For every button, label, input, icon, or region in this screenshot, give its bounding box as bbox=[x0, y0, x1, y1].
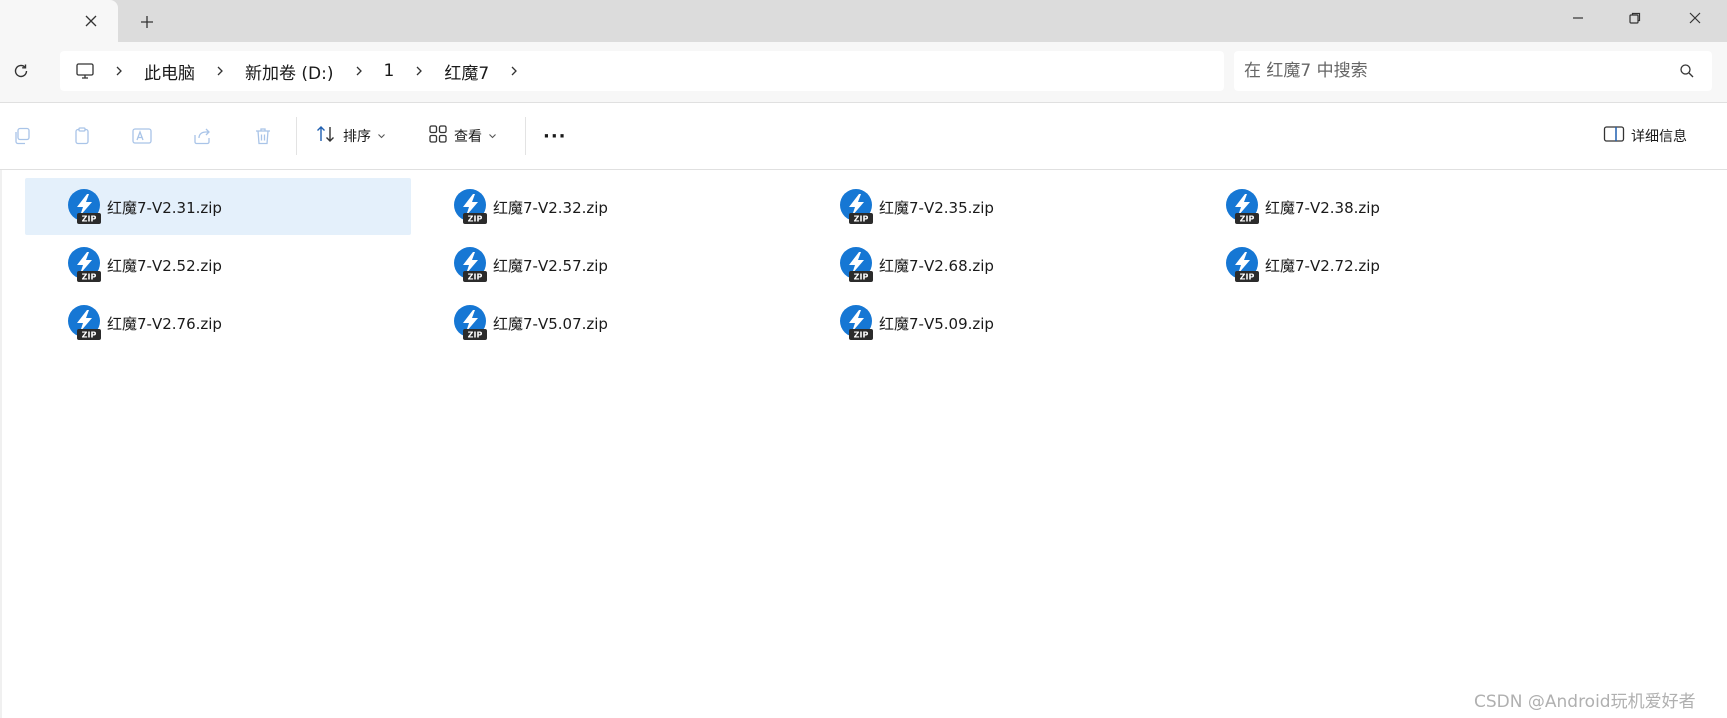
command-bar: 排序 查看 ··· 详细信息 bbox=[0, 103, 1727, 169]
file-name: 红魔7-V2.68.zip bbox=[879, 257, 994, 275]
file-name: 红魔7-V2.57.zip bbox=[493, 257, 608, 275]
breadcrumb-item-folder-1[interactable]: 1 bbox=[374, 61, 405, 81]
zip-archive-icon: ZIP bbox=[453, 189, 489, 225]
command-separator bbox=[296, 117, 297, 155]
zip-archive-icon: ZIP bbox=[839, 247, 875, 283]
minimize-icon[interactable] bbox=[1550, 0, 1606, 36]
breadcrumb-item-current-folder[interactable]: 红魔7 bbox=[434, 59, 499, 84]
svg-text:ZIP: ZIP bbox=[1240, 215, 1255, 224]
file-item[interactable]: ZIP 红魔7-V2.68.zip bbox=[797, 236, 1183, 293]
watermark: CSDN @Android玩机爱好者 bbox=[1474, 692, 1696, 712]
file-item[interactable]: ZIP 红魔7-V2.52.zip bbox=[25, 236, 411, 293]
sort-icon bbox=[315, 124, 337, 148]
sort-label: 排序 bbox=[343, 129, 371, 145]
file-name: 红魔7-V2.32.zip bbox=[493, 199, 608, 217]
view-label: 查看 bbox=[454, 129, 482, 145]
file-name: 红魔7-V5.07.zip bbox=[493, 315, 608, 333]
file-name: 红魔7-V2.52.zip bbox=[107, 257, 222, 275]
file-item[interactable]: ZIP 红魔7-V2.72.zip bbox=[1183, 236, 1569, 293]
search-box bbox=[1234, 51, 1712, 91]
zip-archive-icon: ZIP bbox=[453, 247, 489, 283]
svg-text:ZIP: ZIP bbox=[82, 331, 97, 340]
file-name: 红魔7-V2.38.zip bbox=[1265, 199, 1380, 217]
search-icon[interactable] bbox=[1678, 62, 1696, 80]
share-icon[interactable] bbox=[190, 124, 214, 148]
svg-text:ZIP: ZIP bbox=[82, 215, 97, 224]
refresh-icon[interactable] bbox=[8, 58, 34, 84]
chevron-down-icon bbox=[488, 128, 497, 144]
title-bar bbox=[0, 0, 1727, 42]
file-item[interactable]: ZIP 红魔7-V2.35.zip bbox=[797, 178, 1183, 235]
file-item[interactable]: ZIP 红魔7-V2.31.zip bbox=[25, 178, 411, 235]
svg-text:ZIP: ZIP bbox=[854, 273, 869, 282]
more-options-icon: ··· bbox=[543, 125, 567, 147]
breadcrumb[interactable]: 此电脑 新加卷 (D:) 1 红魔7 bbox=[60, 51, 1224, 91]
details-pane-icon bbox=[1603, 125, 1625, 147]
zip-archive-icon: ZIP bbox=[67, 305, 103, 341]
chevron-right-icon[interactable] bbox=[104, 65, 134, 77]
search-input[interactable] bbox=[1244, 51, 1664, 91]
delete-icon[interactable] bbox=[251, 124, 275, 148]
breadcrumb-item-drive-d[interactable]: 新加卷 (D:) bbox=[235, 59, 344, 84]
svg-text:ZIP: ZIP bbox=[468, 331, 483, 340]
new-tab-icon[interactable] bbox=[136, 11, 158, 33]
paste-icon[interactable] bbox=[70, 124, 94, 148]
file-explorer-window: 此电脑 新加卷 (D:) 1 红魔7 在 红魔7 中搜索 排序 查看 ··· 详… bbox=[0, 0, 1727, 718]
zip-archive-icon: ZIP bbox=[67, 247, 103, 283]
address-bar: 此电脑 新加卷 (D:) 1 红魔7 bbox=[0, 42, 1727, 102]
svg-text:ZIP: ZIP bbox=[468, 273, 483, 282]
restore-icon[interactable] bbox=[1607, 0, 1663, 36]
chevron-right-icon[interactable] bbox=[205, 65, 235, 77]
content-left-edge bbox=[0, 170, 2, 718]
zip-archive-icon: ZIP bbox=[1225, 189, 1261, 225]
details-pane-button[interactable]: 详细信息 bbox=[1603, 120, 1687, 152]
file-name: 红魔7-V2.72.zip bbox=[1265, 257, 1380, 275]
svg-text:ZIP: ZIP bbox=[854, 215, 869, 224]
svg-text:ZIP: ZIP bbox=[468, 215, 483, 224]
file-name: 红魔7-V2.76.zip bbox=[107, 315, 222, 333]
zip-archive-icon: ZIP bbox=[67, 189, 103, 225]
svg-text:ZIP: ZIP bbox=[1240, 273, 1255, 282]
tab-close-icon[interactable] bbox=[80, 10, 102, 32]
file-item[interactable]: ZIP 红魔7-V5.07.zip bbox=[411, 294, 797, 351]
more-options-button[interactable]: ··· bbox=[543, 120, 567, 152]
sort-button[interactable]: 排序 bbox=[315, 120, 386, 152]
zip-archive-icon: ZIP bbox=[453, 305, 489, 341]
svg-text:ZIP: ZIP bbox=[82, 273, 97, 282]
file-name: 红魔7-V2.31.zip bbox=[107, 199, 222, 217]
view-button[interactable]: 查看 bbox=[428, 120, 497, 152]
zip-archive-icon: ZIP bbox=[839, 189, 875, 225]
file-list: ZIP 红魔7-V2.31.zip ZIP 红魔7-V2.32.zip ZIP 红魔7-V… bbox=[0, 170, 1727, 718]
chevron-right-icon[interactable] bbox=[499, 65, 529, 77]
rename-icon[interactable] bbox=[130, 124, 154, 148]
file-item[interactable]: ZIP 红魔7-V2.32.zip bbox=[411, 178, 797, 235]
file-item[interactable]: ZIP 红魔7-V5.09.zip bbox=[797, 294, 1183, 351]
zip-archive-icon: ZIP bbox=[1225, 247, 1261, 283]
file-item[interactable]: ZIP 红魔7-V2.57.zip bbox=[411, 236, 797, 293]
view-grid-icon bbox=[428, 124, 448, 148]
copy-icon[interactable] bbox=[10, 124, 34, 148]
close-window-icon[interactable] bbox=[1667, 0, 1723, 36]
chevron-right-icon[interactable] bbox=[344, 65, 374, 77]
breadcrumb-item-this-pc[interactable]: 此电脑 bbox=[134, 59, 205, 84]
computer-icon[interactable] bbox=[74, 60, 96, 82]
svg-text:ZIP: ZIP bbox=[854, 331, 869, 340]
file-name: 红魔7-V5.09.zip bbox=[879, 315, 994, 333]
details-pane-label: 详细信息 bbox=[1631, 129, 1687, 145]
file-item[interactable]: ZIP 红魔7-V2.76.zip bbox=[25, 294, 411, 351]
tab-current[interactable] bbox=[0, 0, 118, 42]
chevron-right-icon[interactable] bbox=[404, 65, 434, 77]
command-separator bbox=[525, 117, 526, 155]
file-name: 红魔7-V2.35.zip bbox=[879, 199, 994, 217]
file-item[interactable]: ZIP 红魔7-V2.38.zip bbox=[1183, 178, 1569, 235]
zip-archive-icon: ZIP bbox=[839, 305, 875, 341]
chevron-down-icon bbox=[377, 128, 386, 144]
